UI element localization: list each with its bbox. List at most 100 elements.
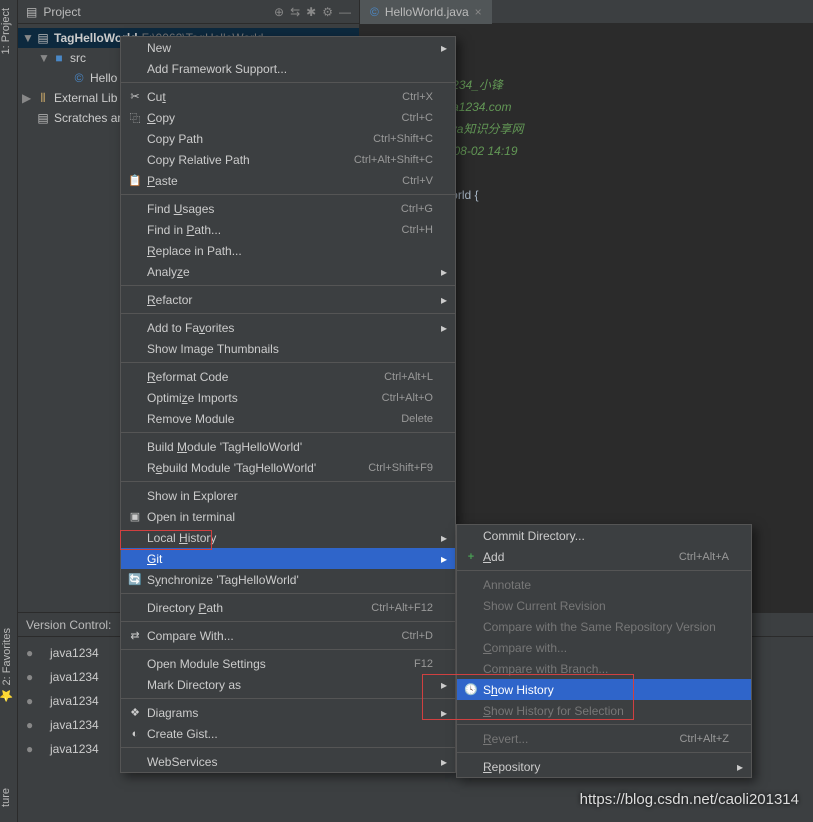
locate-icon[interactable]: ⊕ <box>274 5 284 19</box>
menu-label: Local History <box>147 531 433 545</box>
menu-shortcut: Ctrl+G <box>401 203 433 215</box>
menu-label: Compare with the Same Repository Version <box>483 620 729 634</box>
menu-label: WebServices <box>147 755 433 769</box>
close-icon[interactable]: × <box>475 5 482 19</box>
chevron-right-icon: ▸ <box>441 293 447 307</box>
menu-item-mark-directory-as[interactable]: Mark Directory as▸ <box>121 674 455 695</box>
menu-item-show-image-thumbnails[interactable]: Show Image Thumbnails <box>121 338 455 359</box>
menu-label: Open in terminal <box>147 510 433 524</box>
menu-label: Replace in Path... <box>147 244 433 258</box>
menu-label: Show History for Selection <box>483 704 729 718</box>
chevron-right-icon: ▸ <box>441 706 447 720</box>
sidebar-tab-project[interactable]: 1: Project <box>0 8 12 54</box>
menu-label: Copy Relative Path <box>147 153 354 167</box>
menu-item-show-current-revision: Show Current Revision <box>457 595 751 616</box>
menu-item-copy-path[interactable]: Copy PathCtrl+Shift+C <box>121 128 455 149</box>
menu-item-directory-path[interactable]: Directory PathCtrl+Alt+F12 <box>121 597 455 618</box>
menu-label: Create Gist... <box>147 727 433 741</box>
menu-item-synchronize-taghelloworld[interactable]: 🔄Synchronize 'TagHelloWorld' <box>121 569 455 590</box>
menu-label: Annotate <box>483 578 729 592</box>
menu-label: Commit Directory... <box>483 529 729 543</box>
chevron-right-icon: ▸ <box>441 552 447 566</box>
menu-shortcut: Ctrl+Shift+C <box>373 133 433 145</box>
menu-label: Rebuild Module 'TagHelloWorld' <box>147 461 368 475</box>
menu-label: Show in Explorer <box>147 489 433 503</box>
menu-shortcut: Ctrl+Alt+A <box>679 551 729 563</box>
menu-label: Show Image Thumbnails <box>147 342 433 356</box>
sync-icon[interactable]: ⇆ <box>290 5 300 19</box>
menu-item-find-usages[interactable]: Find UsagesCtrl+G <box>121 198 455 219</box>
menu-label: Compare With... <box>147 629 402 643</box>
menu-label: Analyze <box>147 265 433 279</box>
java-class-icon: © <box>370 5 379 19</box>
chevron-right-icon: ▸ <box>737 760 743 774</box>
menu-item-copy[interactable]: ⿻CopyCtrl+C <box>121 107 455 128</box>
menu-item-add[interactable]: +AddCtrl+Alt+A <box>457 546 751 567</box>
menu-shortcut: Ctrl+C <box>402 112 433 124</box>
menu-shortcut: Ctrl+Alt+O <box>382 392 433 404</box>
menu-item-repository[interactable]: Repository▸ <box>457 756 751 777</box>
menu-item-create-gist[interactable]: ◐ Create Gist... <box>121 723 455 744</box>
menu-item-revert: Revert...Ctrl+Alt+Z <box>457 728 751 749</box>
menu-shortcut: Ctrl+V <box>402 175 433 187</box>
project-tool-header: ▤ Project ⊕ ⇆ ✱ ⚙ — <box>18 0 359 24</box>
menu-label: Show Current Revision <box>483 599 729 613</box>
chevron-right-icon: ▸ <box>441 531 447 545</box>
menu-item-find-in-path[interactable]: Find in Path...Ctrl+H <box>121 219 455 240</box>
menu-item-webservices[interactable]: WebServices ▸ <box>121 751 455 772</box>
menu-label: Mark Directory as <box>147 678 433 692</box>
menu-icon: ◐ <box>127 728 143 740</box>
menu-item-show-history[interactable]: 🕓Show History <box>457 679 751 700</box>
hide-icon[interactable]: — <box>339 5 351 19</box>
menu-item-show-in-explorer[interactable]: Show in Explorer <box>121 485 455 506</box>
menu-item-git[interactable]: Git▸ <box>121 548 455 569</box>
tab-label: HelloWorld.java <box>385 5 469 19</box>
menu-item-remove-module[interactable]: Remove ModuleDelete <box>121 408 455 429</box>
menu-item-copy-relative-path[interactable]: Copy Relative PathCtrl+Alt+Shift+C <box>121 149 455 170</box>
menu-item-replace-in-path[interactable]: Replace in Path... <box>121 240 455 261</box>
menu-shortcut: Ctrl+Shift+F9 <box>368 462 433 474</box>
menu-item-reformat-code[interactable]: Reformat CodeCtrl+Alt+L <box>121 366 455 387</box>
menu-item-compare-with-the-same-repository-version: Compare with the Same Repository Version <box>457 616 751 637</box>
menu-icon: ▣ <box>127 510 143 523</box>
menu-label: Add Framework Support... <box>147 62 433 76</box>
menu-item-paste[interactable]: 📋PasteCtrl+V <box>121 170 455 191</box>
menu-item-add-to-favorites[interactable]: Add to Favorites▸ <box>121 317 455 338</box>
chevron-right-icon: ▸ <box>441 755 447 769</box>
menu-item-compare-with[interactable]: ⇄Compare With...Ctrl+D <box>121 625 455 646</box>
context-menu: New ▸ Add Framework Support... ✂CutCtrl+X⿻C… <box>120 36 456 773</box>
menu-item-open-module-settings[interactable]: Open Module SettingsF12 <box>121 653 455 674</box>
menu-item-compare-with: Compare with... <box>457 637 751 658</box>
menu-item-analyze[interactable]: Analyze ▸ <box>121 261 455 282</box>
menu-item-open-in-terminal[interactable]: ▣ Open in terminal <box>121 506 455 527</box>
menu-item-rebuild-module-taghelloworld[interactable]: Rebuild Module 'TagHelloWorld'Ctrl+Shift… <box>121 457 455 478</box>
menu-label: New <box>147 41 433 55</box>
menu-item-new[interactable]: New ▸ <box>121 37 455 58</box>
menu-label: Remove Module <box>147 412 401 426</box>
menu-item-diagrams[interactable]: ❖Diagrams▸ <box>121 702 455 723</box>
menu-icon: ✂ <box>127 90 143 103</box>
collapse-icon[interactable]: ✱ <box>306 5 316 19</box>
menu-label: Show History <box>483 683 729 697</box>
tab-helloworld[interactable]: © HelloWorld.java × <box>360 0 492 24</box>
menu-label: Reformat Code <box>147 370 384 384</box>
menu-icon: ❖ <box>127 706 143 719</box>
menu-item-cut[interactable]: ✂CutCtrl+X <box>121 86 455 107</box>
gear-icon[interactable]: ⚙ <box>322 5 333 19</box>
menu-item-optimize-imports[interactable]: Optimize ImportsCtrl+Alt+O <box>121 387 455 408</box>
menu-label: Copy <box>147 111 402 125</box>
menu-item-add-framework-support[interactable]: Add Framework Support... <box>121 58 455 79</box>
menu-label: Build Module 'TagHelloWorld' <box>147 440 433 454</box>
sidebar-tab-structure[interactable]: ture <box>0 788 12 807</box>
chevron-right-icon: ▸ <box>441 265 447 279</box>
menu-item-refactor[interactable]: Refactor▸ <box>121 289 455 310</box>
menu-item-show-history-for-selection: Show History for Selection <box>457 700 751 721</box>
menu-icon: 📋 <box>127 174 143 187</box>
menu-item-commit-directory[interactable]: Commit Directory... <box>457 525 751 546</box>
menu-item-local-history[interactable]: Local History ▸ <box>121 527 455 548</box>
menu-item-build-module-taghelloworld[interactable]: Build Module 'TagHelloWorld' <box>121 436 455 457</box>
menu-label: Compare with Branch... <box>483 662 729 676</box>
chevron-right-icon: ▸ <box>441 41 447 55</box>
sidebar-tab-favorites[interactable]: ⭐ 2: Favorites <box>0 628 13 702</box>
project-tool-title: Project <box>43 5 268 19</box>
